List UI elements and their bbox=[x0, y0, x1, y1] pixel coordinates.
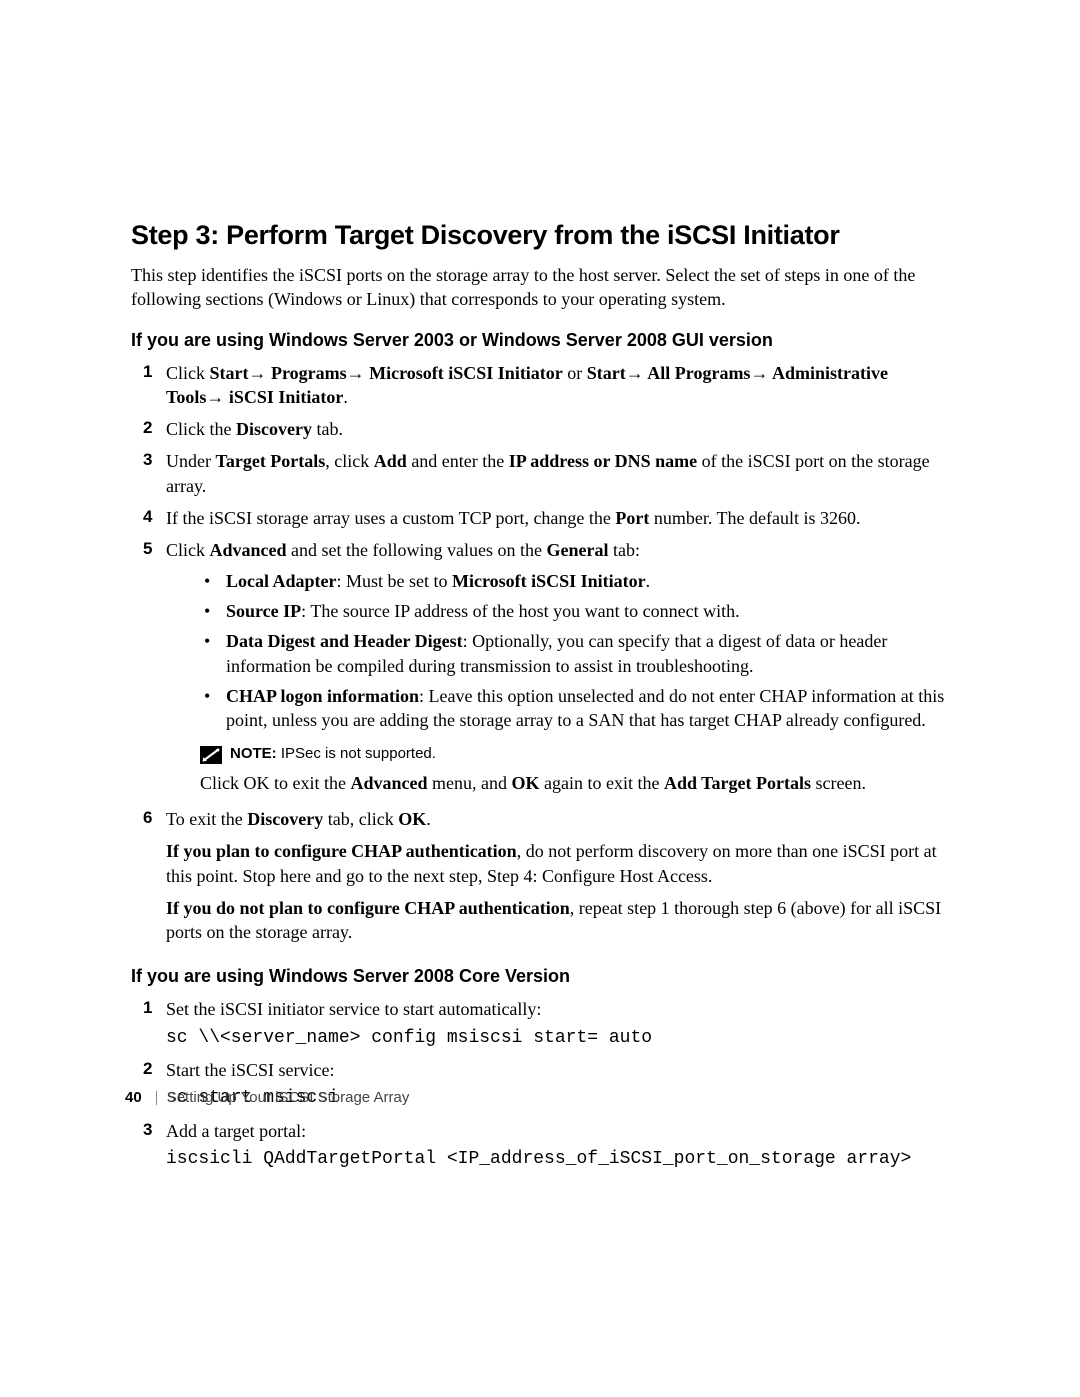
step-6-p2: If you do not plan to configure CHAP aut… bbox=[166, 896, 949, 945]
b-step-1-cmd: sc \\<server_name> config msiscsi start=… bbox=[166, 1026, 949, 1050]
b-step-3-text: Add a target portal: bbox=[166, 1121, 306, 1141]
b-step-1: Set the iSCSI initiator service to start… bbox=[131, 997, 949, 1058]
bullet-data-digest: Data Digest and Header Digest: Optionall… bbox=[204, 629, 949, 684]
step-1: Click Start→ Programs→ Microsoft iSCSI I… bbox=[131, 361, 949, 418]
step-6: To exit the Discovery tab, click OK. If … bbox=[131, 807, 949, 952]
step-5-bullets: Local Adapter: Must be set to Microsoft … bbox=[166, 569, 949, 739]
section-b-title: If you are using Windows Server 2008 Cor… bbox=[131, 966, 949, 987]
footer-divider bbox=[156, 1091, 157, 1105]
note-icon bbox=[200, 746, 222, 764]
bullet-source-ip: Source IP: The source IP address of the … bbox=[204, 599, 949, 629]
step-5-after: Click OK to exit the Advanced menu, and … bbox=[200, 771, 949, 795]
note-text: NOTE: IPSec is not supported. bbox=[230, 744, 436, 764]
b-step-1-text: Set the iSCSI initiator service to start… bbox=[166, 999, 541, 1019]
page-footer: 40 Setting Up Your iSCSI Storage Array bbox=[125, 1089, 409, 1106]
page-number: 40 bbox=[125, 1089, 142, 1106]
step-2: Click the Discovery tab. bbox=[131, 417, 949, 449]
step-6-p1: If you plan to configure CHAP authentica… bbox=[166, 839, 949, 888]
b-step-3: Add a target portal: iscsicli QAddTarget… bbox=[131, 1119, 949, 1180]
step-4: If the iSCSI storage array uses a custom… bbox=[131, 506, 949, 538]
page-heading: Step 3: Perform Target Discovery from th… bbox=[131, 220, 949, 251]
section-a-title: If you are using Windows Server 2003 or … bbox=[131, 330, 949, 351]
bullet-chap: CHAP logon information: Leave this optio… bbox=[204, 684, 949, 739]
intro-paragraph: This step identifies the iSCSI ports on … bbox=[131, 263, 949, 312]
b-step-2-text: Start the iSCSI service: bbox=[166, 1060, 334, 1080]
footer-title: Setting Up Your iSCSI Storage Array bbox=[167, 1089, 410, 1106]
section-a-steps: Click Start→ Programs→ Microsoft iSCSI I… bbox=[131, 361, 949, 953]
b-step-3-cmd: iscsicli QAddTargetPortal <IP_address_of… bbox=[166, 1147, 949, 1171]
bullet-local-adapter: Local Adapter: Must be set to Microsoft … bbox=[204, 569, 949, 599]
note-block: NOTE: IPSec is not supported. bbox=[166, 744, 949, 764]
step-5: Click Advanced and set the following val… bbox=[131, 538, 949, 807]
step-3: Under Target Portals, click Add and ente… bbox=[131, 449, 949, 506]
